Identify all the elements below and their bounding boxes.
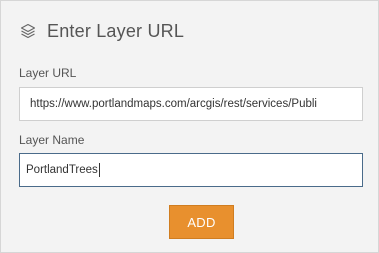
layer-url-label: Layer URL [19,66,77,80]
layer-url-value: https://www.portlandmaps.com/arcgis/rest… [30,98,317,110]
layer-name-label: Layer Name [19,133,85,147]
layer-url-input[interactable]: https://www.portlandmaps.com/arcgis/rest… [19,87,363,121]
add-button[interactable]: ADD [169,205,234,239]
panel-header: Enter Layer URL [19,19,184,43]
add-button-label: ADD [187,214,216,230]
layers-icon [19,22,37,40]
layer-name-value: PortlandTrees [26,164,98,176]
enter-layer-url-panel: Enter Layer URL Layer URL https://www.po… [0,0,379,253]
text-caret [98,163,100,177]
layer-name-input[interactable]: PortlandTrees [19,153,363,187]
panel-title: Enter Layer URL [47,20,185,41]
